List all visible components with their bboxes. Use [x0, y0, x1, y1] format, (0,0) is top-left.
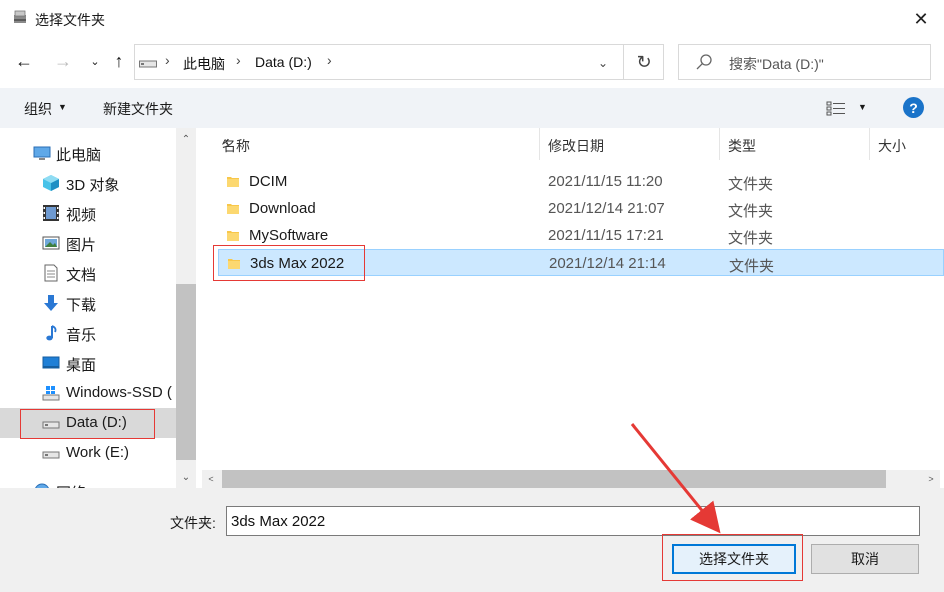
search-input[interactable]: 搜索"Data (D:)" [729, 54, 824, 74]
address-dropdown-button[interactable]: ⌄ [591, 53, 615, 73]
sort-ascending-icon: ^ [222, 136, 229, 152]
arrow-left-icon: ← [15, 50, 33, 71]
address-bar[interactable]: › 此电脑 › Data (D:) › ⌄ ↻ [134, 44, 664, 80]
cube-icon [43, 175, 59, 191]
nav-item-downloads[interactable]: 下载 [0, 288, 176, 318]
chevron-down-icon: ⌄ [597, 56, 609, 70]
nav-item-data-drive[interactable]: Data (D:) [0, 408, 176, 438]
nav-scrollbar[interactable]: ⌃ ⌄ [176, 128, 196, 488]
command-toolbar: 组织 ▼ 新建文件夹 ▼ ? [0, 88, 944, 128]
window-title: 选择文件夹 [35, 12, 105, 28]
arrow-up-icon: ↑ [114, 50, 124, 71]
search-icon [696, 54, 712, 70]
nav-item-network[interactable]: 网络 [0, 476, 176, 488]
horizontal-scroll-thumb[interactable] [222, 470, 886, 488]
nav-item-work-drive[interactable]: Work (E:) [0, 438, 176, 468]
file-row-3ds-max-2022[interactable]: 3ds Max 2022 2021/12/14 21:14 文件夹 [218, 249, 944, 276]
nav-scroll-thumb[interactable] [176, 284, 196, 460]
file-row-dcim[interactable]: DCIM 2021/11/15 11:20 文件夹 [218, 168, 944, 195]
title-bar: 选择文件夹 ✕ [0, 0, 944, 38]
breadcrumb-chevron-icon[interactable]: › [327, 52, 332, 68]
breadcrumb-chevron-icon[interactable]: › [165, 52, 170, 68]
organize-button[interactable]: 组织 [24, 99, 52, 119]
cancel-button[interactable]: 取消 [811, 544, 919, 574]
nav-item-pictures[interactable]: 图片 [0, 228, 176, 258]
nav-item-this-pc[interactable]: 此电脑 [0, 138, 176, 168]
nav-item-documents[interactable]: 文档 [0, 258, 176, 288]
drive-icon [139, 60, 157, 68]
help-icon: ? [909, 99, 918, 116]
help-button[interactable]: ? [903, 97, 924, 118]
scroll-left-icon[interactable]: < [202, 470, 220, 488]
scroll-up-icon[interactable]: ⌃ [176, 130, 196, 148]
refresh-button[interactable]: ↻ [623, 45, 664, 79]
file-row-download[interactable]: Download 2021/12/14 21:07 文件夹 [218, 195, 944, 222]
arrow-right-icon: → [54, 50, 72, 71]
select-folder-button[interactable]: 选择文件夹 [672, 544, 796, 574]
up-button[interactable]: ↑ [108, 50, 130, 72]
download-icon [44, 295, 58, 311]
breadcrumb-data-drive[interactable]: Data (D:) [255, 54, 312, 70]
horizontal-scrollbar[interactable]: < > [202, 470, 940, 488]
folder-icon [227, 204, 239, 214]
folder-icon [227, 177, 239, 187]
recent-locations-button[interactable]: ⌄ [84, 50, 106, 72]
new-folder-button[interactable]: 新建文件夹 [103, 99, 173, 119]
dialog-footer: 文件夹: 选择文件夹 取消 [0, 488, 944, 592]
picture-icon [42, 236, 60, 250]
file-row-mysoftware[interactable]: MySoftware 2021/11/15 17:21 文件夹 [218, 222, 944, 249]
caret-down-icon[interactable]: ▼ [58, 102, 67, 112]
back-button[interactable]: ← [13, 50, 35, 72]
search-box[interactable]: 搜索"Data (D:)" [678, 44, 931, 80]
nav-item-windows-ssd[interactable]: Windows-SSD ( [0, 378, 176, 408]
folder-icon [227, 231, 239, 241]
document-icon [44, 264, 58, 282]
folder-name-input[interactable] [226, 506, 920, 536]
music-icon [46, 325, 57, 341]
scroll-down-icon[interactable]: ⌄ [176, 468, 196, 486]
drive-icon [42, 451, 60, 459]
close-icon: ✕ [913, 8, 929, 29]
column-header-date[interactable]: 修改日期 [540, 128, 720, 160]
column-header-name[interactable]: 名称 ^ [214, 128, 540, 160]
column-header-type[interactable]: 类型 [720, 128, 870, 160]
scroll-right-icon[interactable]: > [922, 470, 940, 488]
nav-item-videos[interactable]: 视频 [0, 198, 176, 228]
windows-drive-icon [42, 386, 60, 401]
breadcrumb-chevron-icon[interactable]: › [236, 52, 241, 68]
folder-icon [228, 259, 240, 269]
chevron-down-icon: ⌄ [90, 55, 100, 68]
refresh-icon: ↻ [636, 51, 652, 72]
column-header-size[interactable]: 大小 [870, 128, 944, 160]
video-icon [43, 205, 59, 221]
app-icon [14, 10, 26, 23]
nav-item-3d-objects[interactable]: 3D 对象 [0, 168, 176, 198]
caret-down-icon[interactable]: ▼ [858, 102, 867, 112]
drive-icon [42, 421, 60, 429]
navigation-pane: 此电脑 3D 对象 视频 图片 文档 下载 音乐 桌面 Windows-SSD … [0, 128, 196, 488]
navigation-bar: ← → ⌄ ↑ › 此电脑 › Data (D:) › ⌄ ↻ 搜索"Data … [0, 38, 944, 88]
desktop-icon [42, 356, 60, 369]
folder-field-label: 文件夹: [170, 515, 216, 531]
nav-item-music[interactable]: 音乐 [0, 318, 176, 348]
computer-icon [33, 146, 51, 160]
nav-item-desktop[interactable]: 桌面 [0, 348, 176, 378]
forward-button[interactable]: → [52, 50, 74, 72]
breadcrumb-this-pc[interactable]: 此电脑 [183, 54, 225, 74]
view-options-icon[interactable] [826, 100, 846, 116]
file-list: 名称 ^ 修改日期 类型 大小 DCIM 2021/11/15 11:20 文件… [196, 128, 944, 488]
close-button[interactable]: ✕ [898, 0, 944, 38]
